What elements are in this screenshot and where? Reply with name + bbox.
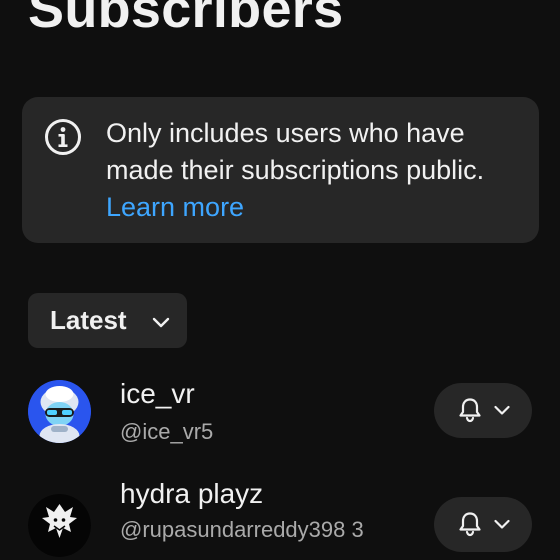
subscriber-row[interactable]: hydra playz @rupasundarreddy398 3 xyxy=(0,472,560,560)
subscriber-handle: @ice_vr5 xyxy=(120,419,214,444)
avatar-cartoon-character-art xyxy=(28,380,91,443)
info-message-text: Only includes users who have made their … xyxy=(106,118,485,185)
subscriber-row[interactable]: ice_vr @ice_vr5 xyxy=(0,370,560,470)
avatar-cartoon-character[interactable] xyxy=(28,380,91,443)
subscriber-name[interactable]: ice_vr xyxy=(120,378,195,410)
notification-bell-button[interactable] xyxy=(434,383,532,438)
learn-more-link[interactable]: Learn more xyxy=(106,192,244,222)
subscribers-page: Subscribers Only includes users who have… xyxy=(0,0,560,560)
info-message: Only includes users who have made their … xyxy=(106,115,526,226)
avatar-dragon-logo-art xyxy=(28,494,91,557)
sort-dropdown[interactable]: Latest xyxy=(28,293,187,348)
bell-icon xyxy=(459,398,481,423)
info-card: Only includes users who have made their … xyxy=(22,97,539,243)
chevron-down-icon xyxy=(494,519,510,529)
chevron-down-icon xyxy=(152,317,170,328)
chevron-down-icon xyxy=(494,405,510,415)
sort-label: Latest xyxy=(50,305,127,335)
subscriber-handle: @rupasundarreddy398 3 xyxy=(120,517,364,542)
subscriber-name[interactable]: hydra playz xyxy=(120,478,263,510)
notification-bell-button[interactable] xyxy=(434,497,532,552)
info-icon xyxy=(45,119,81,155)
page-title: Subscribers xyxy=(28,0,344,39)
bell-icon xyxy=(459,512,481,537)
avatar-dragon-logo[interactable] xyxy=(28,494,91,557)
